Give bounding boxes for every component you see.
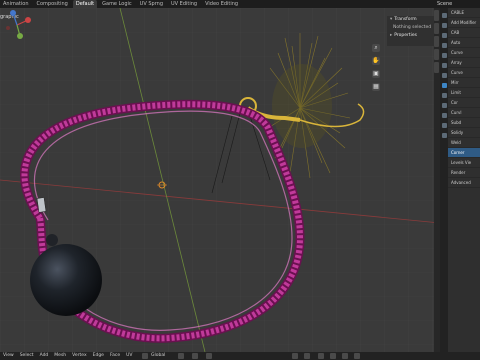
sinker-ball	[30, 244, 102, 316]
render-icon[interactable]	[441, 23, 447, 28]
viewport-header-bar: View Select Add Mesh Vertex Edge Face UV…	[0, 352, 480, 360]
tab-compositing[interactable]: Compositing	[34, 0, 71, 8]
tool-tab[interactable]	[434, 23, 439, 34]
chevron-down-icon: ▾	[390, 17, 393, 22]
xray-icon[interactable]	[304, 353, 310, 359]
menu-face[interactable]: Face	[107, 352, 123, 360]
constraints-icon[interactable]	[441, 113, 447, 118]
pivot-point-icon[interactable]	[178, 353, 184, 359]
modifier-row[interactable]: Limit	[448, 88, 480, 98]
rendered-shading-icon[interactable]	[354, 353, 360, 359]
data-icon[interactable]	[441, 123, 447, 128]
properties-label: Properties	[394, 33, 418, 38]
transform-orientation-icon[interactable]	[142, 353, 148, 359]
navigation-gizmo[interactable]	[0, 8, 34, 42]
tab-video-editing[interactable]: Video Editing	[202, 0, 241, 8]
tab-default[interactable]: Default	[72, 0, 98, 8]
menu-edge[interactable]: Edge	[90, 352, 107, 360]
properties-editor: CABLE Add Modifier CAB Auto Curve Array …	[448, 8, 480, 352]
modifier-row[interactable]: Curve	[448, 68, 480, 78]
create-tab[interactable]	[434, 49, 439, 60]
view-tab[interactable]	[434, 36, 439, 47]
3d-viewport[interactable]: graphic ⌕ ✋ ▣ ▦ ▾ Transform Nothing selec…	[0, 8, 440, 352]
tool-settings-icon[interactable]	[441, 13, 447, 18]
menu-view[interactable]: View	[0, 352, 17, 360]
tab-game-logic[interactable]: Game Logic	[99, 0, 135, 8]
modifier-row[interactable]: Mirr	[448, 78, 480, 88]
object-name[interactable]: CABLE	[448, 8, 480, 18]
transform-orientation-select[interactable]: Global	[151, 352, 165, 360]
modifier-wrench-icon[interactable]	[441, 83, 447, 88]
modifier-row[interactable]: Solidy	[448, 128, 480, 138]
solid-shading-icon[interactable]	[330, 353, 336, 359]
world-icon[interactable]	[441, 63, 447, 68]
modifier-row[interactable]: Curve	[448, 48, 480, 58]
menu-select[interactable]: Select	[17, 352, 37, 360]
modifier-row[interactable]: Array	[448, 58, 480, 68]
overlays-icon[interactable]	[292, 353, 298, 359]
gizmo-z[interactable]	[10, 10, 16, 16]
item-tab[interactable]	[434, 10, 439, 21]
modifier-row[interactable]: Cor	[448, 98, 480, 108]
wireframe-shading-icon[interactable]	[318, 353, 324, 359]
material-icon[interactable]	[441, 133, 447, 138]
camera-icon[interactable]: ▣	[372, 70, 380, 78]
scene-selector[interactable]: Scene	[437, 0, 452, 8]
advanced-section[interactable]: Advanced	[448, 178, 480, 188]
edit-tab[interactable]	[434, 62, 439, 73]
sidebar-n-panel: ▾ Transform Nothing selected ▸ Properties	[387, 16, 434, 46]
menu-add[interactable]: Add	[37, 352, 52, 360]
properties-tab-strip	[440, 8, 448, 352]
viewport-nav-buttons: ⌕ ✋ ▣ ▦	[372, 44, 380, 91]
gizmo-y[interactable]	[17, 33, 23, 39]
object-icon[interactable]	[441, 73, 447, 78]
modifier-row[interactable]: Weld	[448, 138, 480, 148]
proportional-edit-icon[interactable]	[206, 353, 212, 359]
ball-loop	[46, 234, 58, 246]
modifier-row[interactable]: CAB	[448, 28, 480, 38]
menu-vertex[interactable]: Vertex	[69, 352, 89, 360]
gizmo-neg-x[interactable]	[6, 26, 10, 30]
subdivision-type-corner[interactable]: Corner	[448, 148, 480, 158]
tab-uv-editing[interactable]: UV Editing	[168, 0, 200, 8]
render-levels-field[interactable]: Render	[448, 168, 480, 178]
menu-uv[interactable]: UV	[123, 352, 135, 360]
output-icon[interactable]	[441, 33, 447, 38]
perspective-grid-icon[interactable]: ▦	[372, 83, 380, 91]
view-layer-icon[interactable]	[441, 43, 447, 48]
nothing-selected-label: Nothing selected	[393, 25, 432, 30]
material-shading-icon[interactable]	[342, 353, 348, 359]
tab-uv-sprng[interactable]: UV Sprng	[137, 0, 166, 8]
modifier-row[interactable]: Auto	[448, 38, 480, 48]
zoom-icon[interactable]: ⌕	[372, 44, 380, 52]
pan-hand-icon[interactable]: ✋	[372, 57, 380, 65]
chevron-right-icon: ▸	[390, 33, 393, 38]
transform-header[interactable]: ▾ Transform	[387, 16, 434, 24]
gizmo-x[interactable]	[25, 17, 31, 23]
properties-header[interactable]: ▸ Properties	[387, 32, 434, 40]
tab-animation[interactable]: Animation	[0, 0, 32, 8]
particles-icon[interactable]	[441, 93, 447, 98]
physics-icon[interactable]	[441, 103, 447, 108]
add-modifier-button[interactable]: Add Modifier	[448, 18, 480, 28]
scene-icon[interactable]	[441, 53, 447, 58]
transform-label: Transform	[394, 17, 417, 22]
top-bar: Animation Compositing Default Game Logic…	[0, 0, 480, 8]
snap-icon[interactable]	[192, 353, 198, 359]
workspace-tabs: Animation Compositing Default Game Logic…	[0, 0, 241, 8]
modifier-row[interactable]: Curvl	[448, 108, 480, 118]
modifier-row[interactable]: Subd	[448, 118, 480, 128]
fly-body	[272, 64, 332, 148]
levels-viewport-field[interactable]: Levels Vie	[448, 158, 480, 168]
menu-mesh[interactable]: Mesh	[51, 352, 69, 360]
